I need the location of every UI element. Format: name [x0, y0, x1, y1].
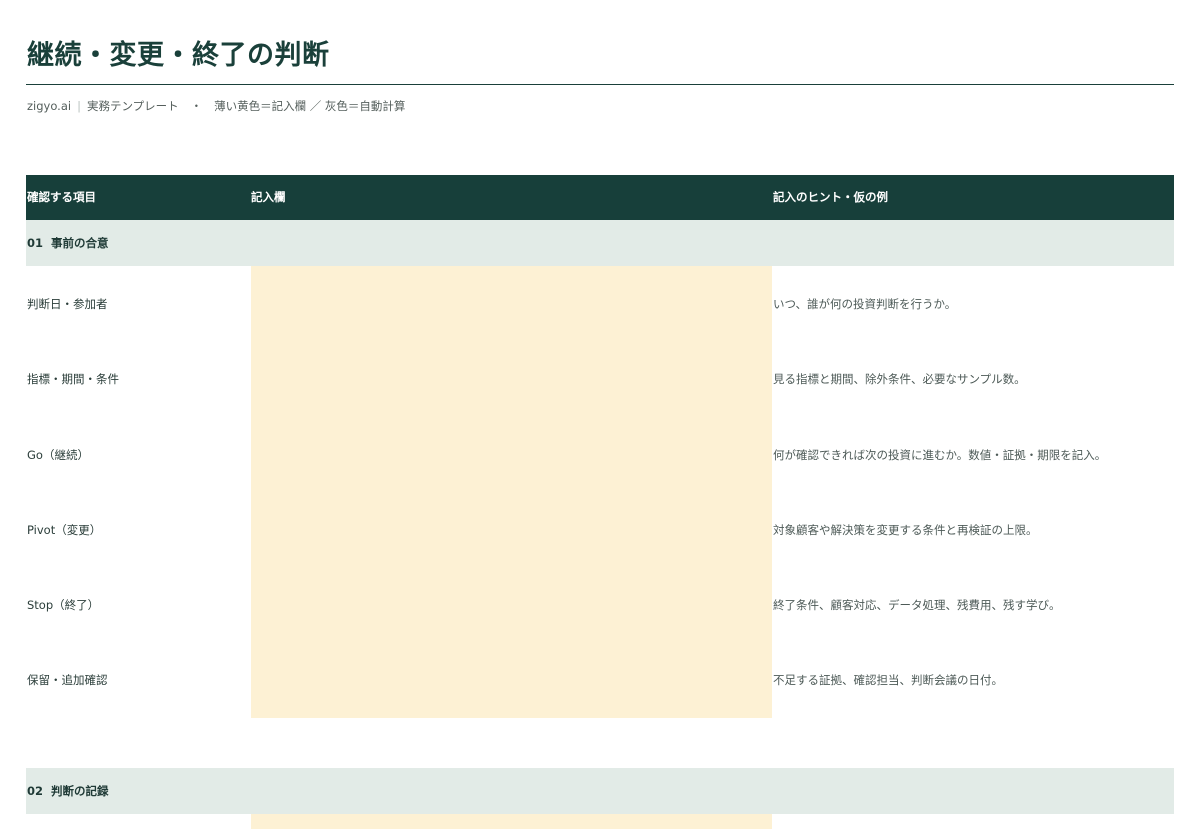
row-item-label: Pivot（変更） [27, 522, 102, 537]
subtitle-dot: ・ [190, 99, 203, 113]
row-item-label: 判断日・参加者 [27, 297, 108, 311]
entry-field[interactable] [251, 567, 772, 643]
decision-table: 確認する項目 記入欄 記入のヒント・仮の例 01 事前の合意 判断日・参加者 い… [26, 175, 1174, 829]
row-item-label: Stop（終了） [27, 598, 100, 613]
table-header: 確認する項目 記入欄 記入のヒント・仮の例 [26, 175, 1174, 220]
row-item-label: 保留・追加確認 [27, 673, 108, 688]
row-item-label: 指標・期間・条件 [27, 372, 119, 387]
brand-name: zigyo.ai [27, 99, 72, 113]
entry-field[interactable] [251, 341, 772, 417]
entry-field[interactable] [251, 266, 772, 342]
row-hint: 見る指標と期間、除外条件、必要なサンプル数。 [773, 372, 1026, 387]
entry-field[interactable] [251, 416, 772, 492]
table-row: 判断日・参加者 いつ、誰が何の投資判断を行うか。 [26, 266, 1174, 342]
entry-field[interactable] [251, 642, 772, 718]
title-divider [26, 84, 1174, 85]
entry-field[interactable] [251, 813, 772, 829]
template-label: 実務テンプレート [86, 99, 179, 113]
section-title: 事前の合意 [51, 236, 109, 250]
table-row: Stop（終了） 終了条件、顧客対応、データ処理、残費用、残す学び。 [26, 567, 1174, 643]
table-row [26, 813, 1174, 829]
template-page: 継続・変更・終了の判断 zigyo.ai | 実務テンプレート・薄い黄色＝記入欄 ／… [0, 0, 1200, 829]
subtitle-separator: | [77, 99, 81, 113]
row-hint: 対象顧客や解決策を変更する条件と再検証の上限。 [773, 522, 1038, 537]
section-header-01: 01 事前の合意 [26, 220, 1174, 266]
header-hint: 記入のヒント・仮の例 [773, 190, 888, 204]
header-item: 確認する項目 [27, 190, 96, 204]
table-row: 保留・追加確認 不足する証拠、確認担当、判断会議の日付。 [26, 642, 1174, 718]
row-item-label: Go（継続） [27, 447, 89, 462]
page-title: 継続・変更・終了の判断 [27, 40, 330, 71]
color-legend: 薄い黄色＝記入欄 ／ 灰色＝自動計算 [214, 99, 406, 113]
row-hint: いつ、誰が何の投資判断を行うか。 [773, 297, 957, 311]
table-row: Pivot（変更） 対象顧客や解決策を変更する条件と再検証の上限。 [26, 491, 1174, 568]
section-number: 01 [27, 236, 44, 250]
row-hint: 終了条件、顧客対応、データ処理、残費用、残す学び。 [773, 598, 1061, 613]
row-hint: 不足する証拠、確認担当、判断会議の日付。 [773, 673, 1003, 688]
table-row: Go（継続） 何が確認できれば次の投資に進むか。数値・証拠・期限を記入。 [26, 416, 1174, 492]
section-number: 02 [27, 783, 44, 798]
table-row: 指標・期間・条件 見る指標と期間、除外条件、必要なサンプル数。 [26, 341, 1174, 417]
header-entry: 記入欄 [251, 190, 286, 204]
page-subtitle: zigyo.ai | 実務テンプレート・薄い黄色＝記入欄 ／ 灰色＝自動計算 [27, 98, 405, 114]
section-header-02: 02 判断の記録 [26, 767, 1174, 814]
section-title: 判断の記録 [51, 783, 109, 798]
row-hint: 何が確認できれば次の投資に進むか。数値・証拠・期限を記入。 [773, 447, 1107, 462]
entry-field[interactable] [251, 491, 772, 568]
